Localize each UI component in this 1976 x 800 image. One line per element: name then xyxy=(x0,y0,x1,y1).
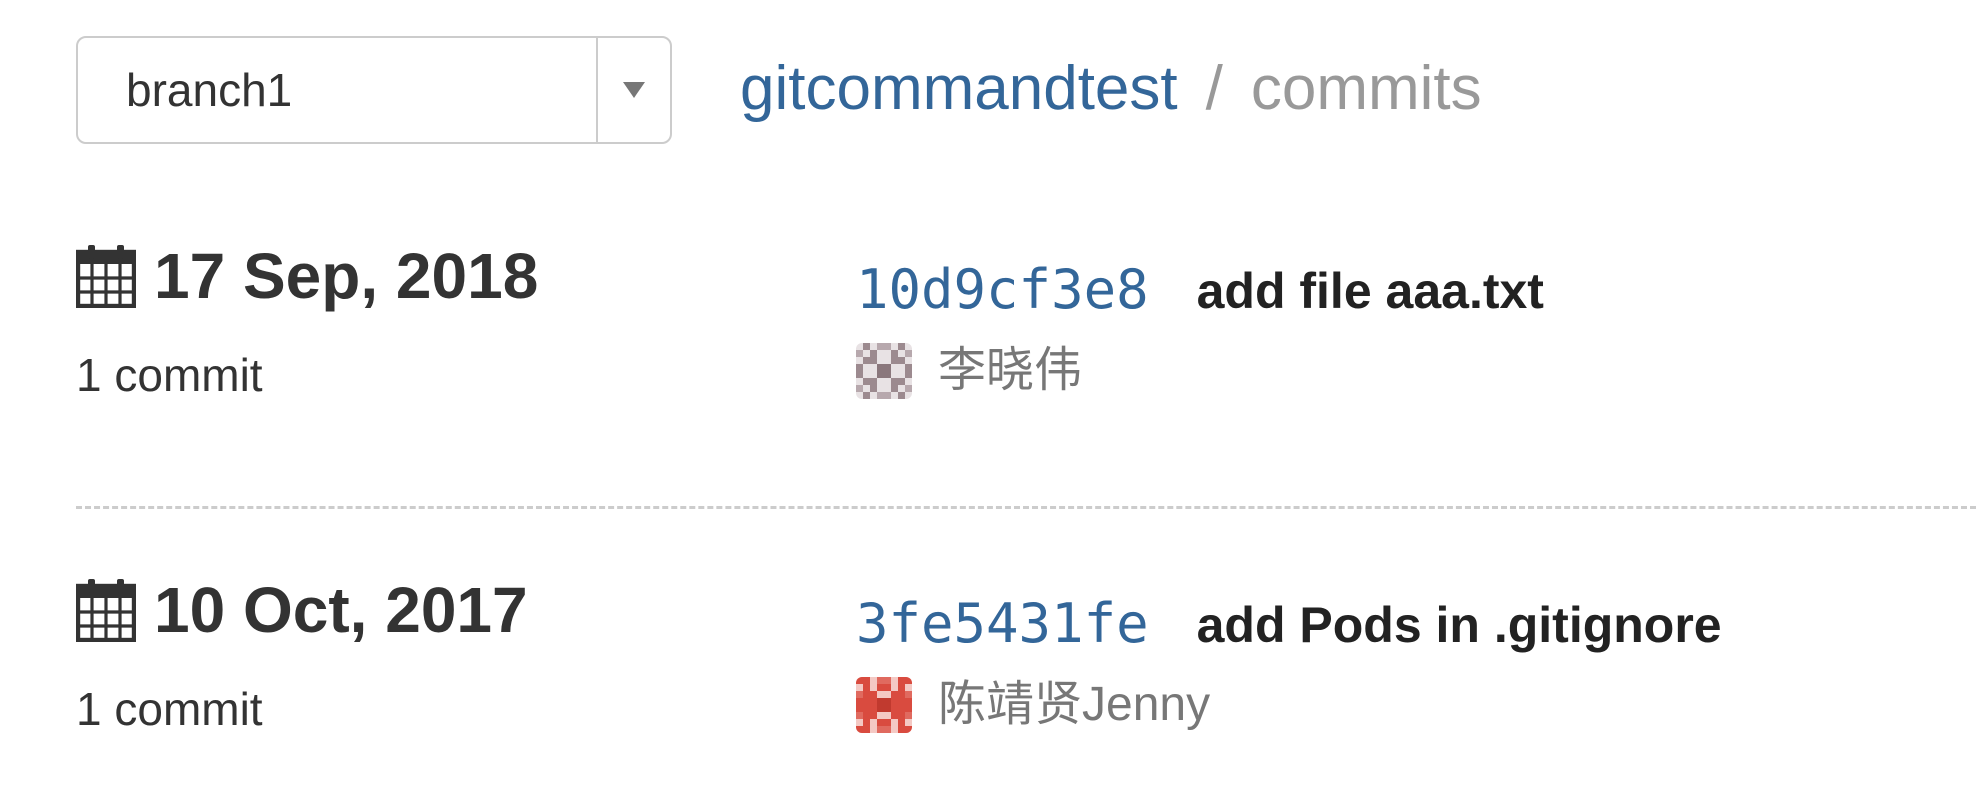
day-date-label: 10 Oct, 2017 xyxy=(154,574,528,646)
caret-down-icon xyxy=(623,82,645,98)
branch-select[interactable]: branch1 xyxy=(76,36,672,144)
breadcrumb: gitcommandtest / commits xyxy=(740,54,1482,124)
breadcrumb-repo-link[interactable]: gitcommandtest xyxy=(740,58,1178,120)
commit-author: 陈靖贤Jenny xyxy=(856,677,1722,733)
commit-author-name[interactable]: 李晓伟 xyxy=(938,347,1082,395)
day-group: 17 Sep, 2018 1 commit 10d9cf3e8 add file… xyxy=(76,244,1976,444)
commit-item: 3fe5431fe add Pods in .gitignore 陈靖贤Jenn… xyxy=(856,578,1722,758)
commit-message-link[interactable]: add Pods in .gitignore xyxy=(1197,596,1722,654)
breadcrumb-current-page: commits xyxy=(1250,54,1482,123)
avatar[interactable] xyxy=(856,343,912,399)
branch-select-toggle[interactable] xyxy=(596,38,670,142)
commit-message-link[interactable]: add file aaa.txt xyxy=(1197,262,1544,320)
commit-sha-link[interactable]: 3fe5431fe xyxy=(856,592,1149,655)
day-commit-count: 1 commit xyxy=(76,683,263,735)
day-date: 10 Oct, 2017 xyxy=(76,578,528,642)
branch-select-value: branch1 xyxy=(126,64,293,116)
day-commit-count: 1 commit xyxy=(76,349,263,401)
breadcrumb-separator: / xyxy=(1205,54,1223,123)
day-date-label: 17 Sep, 2018 xyxy=(154,240,539,312)
avatar[interactable] xyxy=(856,677,912,733)
commit-sha-link[interactable]: 10d9cf3e8 xyxy=(856,258,1149,321)
day-divider xyxy=(76,506,1976,509)
day-group: 10 Oct, 2017 1 commit 3fe5431fe add Pods… xyxy=(76,578,1976,778)
day-date: 17 Sep, 2018 xyxy=(76,244,538,308)
commit-item: 10d9cf3e8 add file aaa.txt 李晓伟 xyxy=(856,244,1544,424)
calendar-icon xyxy=(76,245,136,308)
commit-author: 李晓伟 xyxy=(856,343,1544,399)
calendar-icon xyxy=(76,579,136,642)
commit-author-name[interactable]: 陈靖贤Jenny xyxy=(938,681,1210,729)
